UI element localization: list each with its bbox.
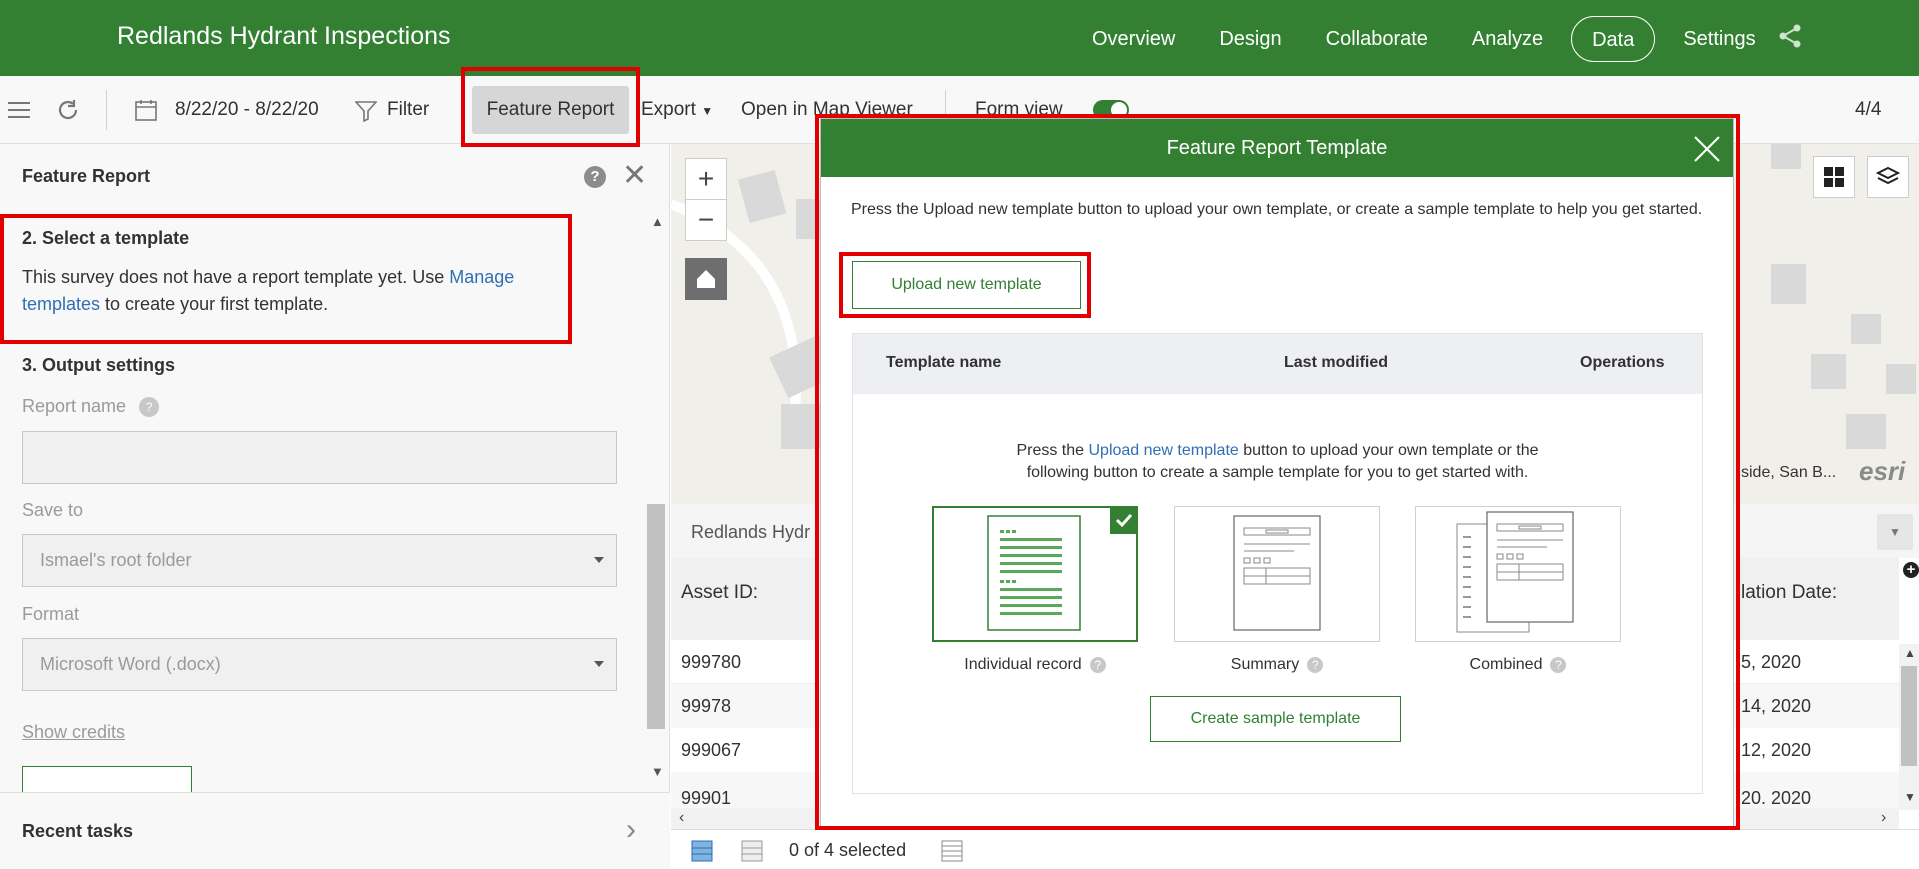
share-icon[interactable]	[1776, 22, 1804, 50]
record-count: 4/4	[1855, 99, 1882, 120]
table-menu-button[interactable]: ▼	[1877, 514, 1913, 550]
app-header: Redlands Hydrant Inspections Overview De…	[0, 0, 1919, 76]
scroll-left-icon[interactable]: ‹	[679, 809, 684, 827]
highlight-template-dialog	[815, 114, 1740, 830]
main-nav: Overview Design Collaborate Analyze Data…	[1070, 16, 1778, 62]
report-name-input[interactable]	[22, 431, 617, 484]
scroll-down-icon[interactable]: ▼	[1904, 790, 1916, 804]
highlight-select-template-section	[0, 214, 572, 344]
menu-icon[interactable]	[8, 100, 32, 120]
nav-design[interactable]: Design	[1197, 16, 1303, 62]
column-installation-date[interactable]: lation Date:	[1741, 582, 1837, 604]
show-credits-link[interactable]: Show credits	[22, 722, 125, 743]
scroll-right-icon[interactable]: ›	[1881, 809, 1886, 827]
nav-data[interactable]: Data	[1571, 16, 1656, 62]
layers-button[interactable]	[1867, 156, 1909, 198]
layers-icon	[1875, 166, 1901, 185]
panel-scrollbar[interactable]: ▲ ▼	[647, 214, 667, 784]
app-title: Redlands Hydrant Inspections	[117, 22, 451, 50]
recent-tasks-title: Recent tasks	[22, 821, 134, 841]
recent-tasks[interactable]: Recent tasks ›	[0, 792, 670, 869]
selection-count: 0 of 4 selected	[789, 840, 907, 860]
date-cell: 20. 2020	[1741, 788, 1812, 808]
highlight-feature-report-button	[461, 67, 640, 147]
scroll-up-icon[interactable]: ▲	[651, 214, 664, 229]
save-to-value: Ismael's root folder	[40, 550, 192, 570]
table-v-scrollbar[interactable]: ▲ ▼	[1899, 644, 1919, 810]
home-icon	[697, 270, 715, 288]
chevron-right-icon[interactable]: ›	[626, 813, 636, 847]
table-footer: 0 of 4 selected	[671, 829, 1919, 869]
filter-icon[interactable]	[355, 100, 377, 122]
format-label: Format	[22, 604, 80, 624]
scroll-thumb[interactable]	[647, 504, 665, 729]
home-button[interactable]	[685, 258, 727, 300]
toolbar-divider	[106, 90, 107, 130]
report-name-label-text: Report name	[22, 396, 127, 416]
refresh-icon[interactable]	[56, 98, 80, 122]
nav-analyze[interactable]: Analyze	[1450, 16, 1565, 62]
date-cell: 14, 2020	[1741, 696, 1812, 716]
column-asset-id[interactable]: Asset ID:	[681, 582, 758, 604]
chevron-down-icon: ▼	[701, 104, 714, 118]
asset-cell: 999067	[681, 740, 742, 760]
panel-title: Feature Report	[22, 166, 151, 186]
add-column-icon[interactable]: +	[1903, 562, 1919, 578]
show-selected-icon[interactable]	[741, 840, 763, 862]
show-all-icon[interactable]	[691, 840, 713, 862]
scroll-down-icon[interactable]: ▼	[651, 764, 664, 779]
help-icon[interactable]: ?	[139, 397, 160, 418]
export-button[interactable]: Export ▼	[641, 76, 713, 144]
grid-icon	[1824, 167, 1844, 187]
format-select[interactable]: Microsoft Word (.docx)	[22, 638, 617, 691]
highlight-upload-button	[839, 252, 1091, 318]
basemap-gallery-button[interactable]	[1813, 156, 1855, 198]
map-attribution: side, San B...	[1741, 464, 1837, 481]
save-to-select[interactable]: Ismael's root folder	[22, 534, 617, 587]
layer-title: Redlands Hydr	[691, 522, 811, 542]
nav-collaborate[interactable]: Collaborate	[1304, 16, 1450, 62]
scroll-thumb[interactable]	[1901, 666, 1917, 766]
filter-button[interactable]: Filter	[387, 76, 429, 144]
asset-cell: 99901	[681, 788, 732, 808]
save-to-label: Save to	[22, 500, 84, 520]
date-range[interactable]: 8/22/20 - 8/22/20	[175, 76, 319, 144]
caret-down-icon	[594, 661, 604, 667]
nav-overview[interactable]: Overview	[1070, 16, 1197, 62]
report-name-label: Report name ?	[22, 396, 160, 418]
caret-down-icon	[594, 557, 604, 563]
scroll-up-icon[interactable]: ▲	[1904, 646, 1916, 660]
export-label: Export	[641, 99, 696, 120]
asset-cell: 99978	[681, 696, 732, 716]
section-output-settings-title: 3. Output settings	[22, 355, 175, 375]
format-value: Microsoft Word (.docx)	[40, 654, 221, 674]
zoom-out-button[interactable]: −	[685, 199, 727, 241]
calendar-icon[interactable]	[134, 98, 158, 122]
nav-settings[interactable]: Settings	[1661, 16, 1777, 62]
close-icon[interactable]: ✕	[622, 161, 647, 191]
help-icon[interactable]: ?	[584, 166, 606, 188]
zoom-in-button[interactable]: +	[685, 158, 727, 200]
date-cell: 5, 2020	[1741, 652, 1802, 672]
esri-logo: esri	[1859, 456, 1906, 486]
table-options-icon[interactable]	[941, 840, 963, 862]
date-cell: 12, 2020	[1741, 740, 1812, 760]
asset-cell: 999780	[681, 652, 742, 672]
